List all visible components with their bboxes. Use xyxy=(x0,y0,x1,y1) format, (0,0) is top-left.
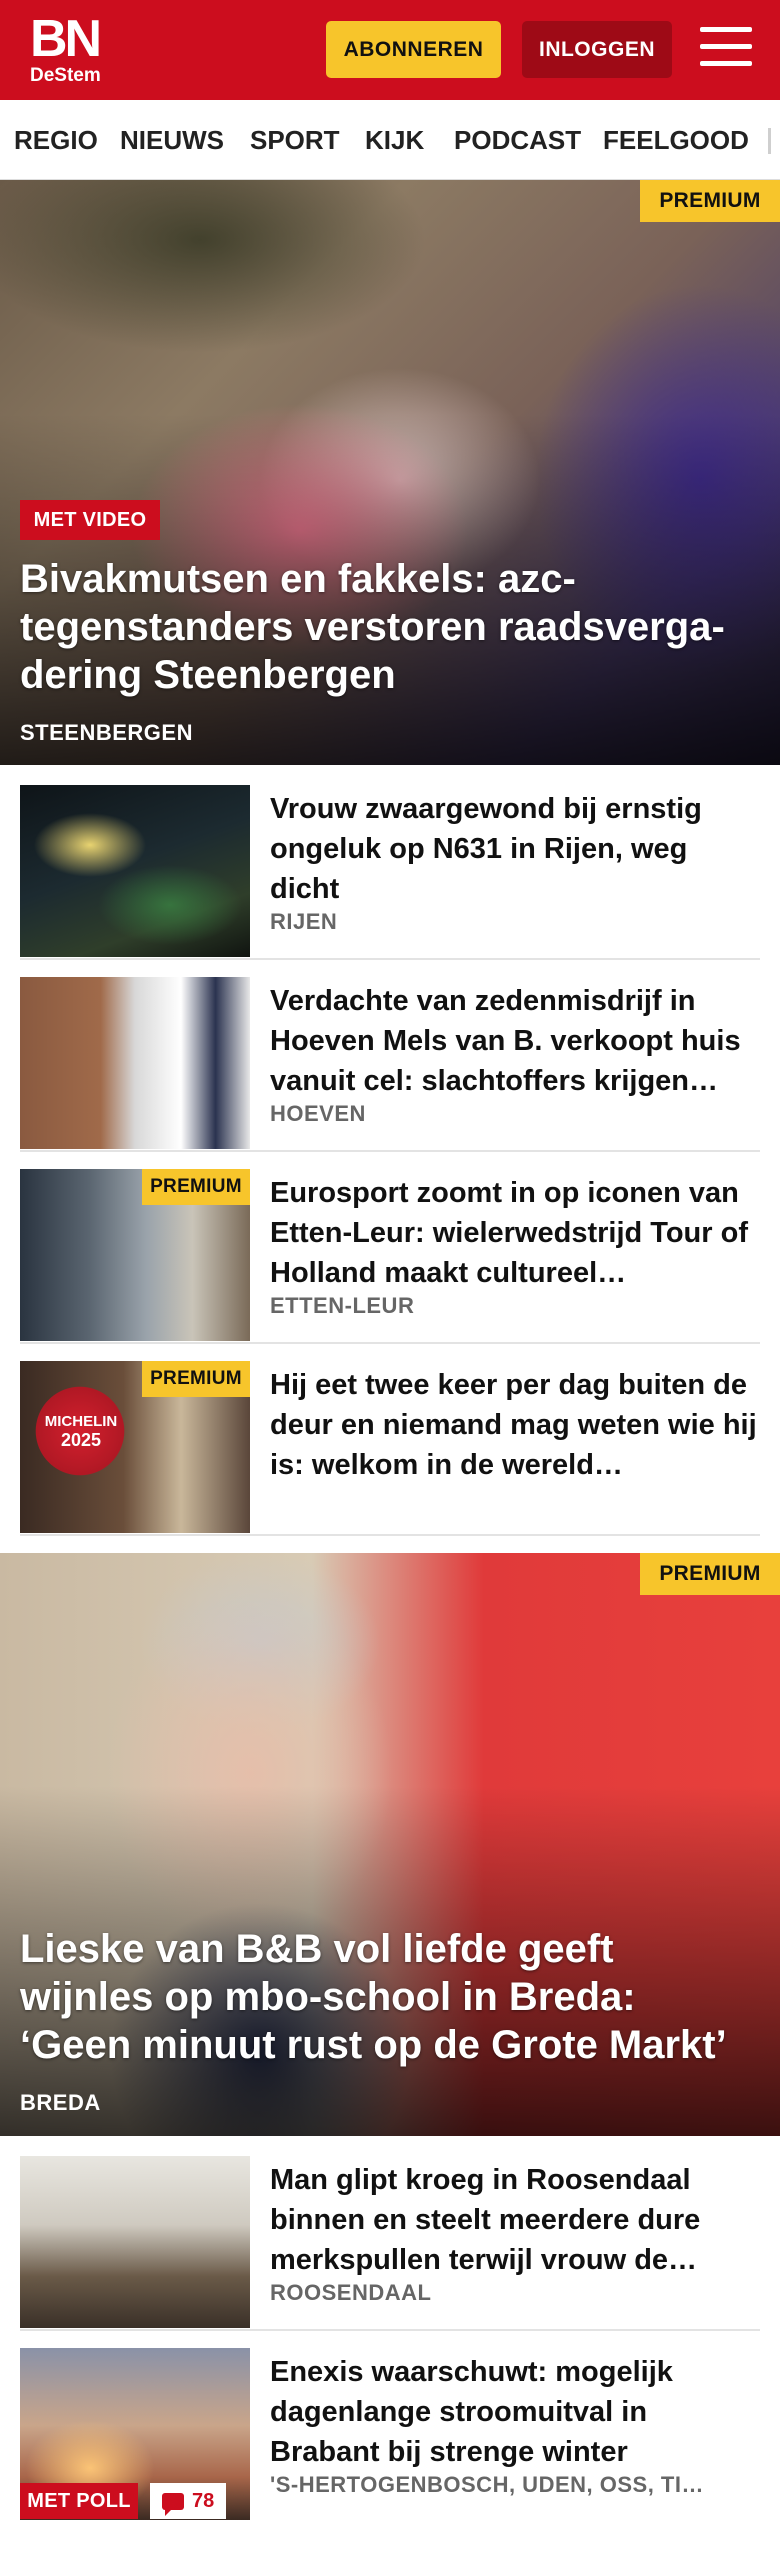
article-thumbnail: MICHELIN 2025 PREMIUM xyxy=(20,1361,250,1533)
nav-item-podcast[interactable]: PODCAST xyxy=(454,100,581,179)
hero-title-2: Lieske van B&B vol liefde geeft wijnles … xyxy=(20,1927,727,2067)
article-location: 'S-HERTOGENBOSCH, UDEN, OSS, TI… xyxy=(270,2472,704,2497)
article-thumbnail xyxy=(20,785,250,957)
list-item[interactable]: MET POLL 78 Enexis waarschuwt: mogelijk … xyxy=(20,2348,760,2520)
login-button[interactable]: INLOGGEN xyxy=(522,21,672,78)
premium-badge: PREMIUM xyxy=(142,1169,250,1205)
article-location: ROOSENDAAL xyxy=(270,2280,432,2305)
article-thumbnail: PREMIUM xyxy=(20,1169,250,1341)
nav-item-sport[interactable]: SPORT xyxy=(250,100,340,179)
list-item[interactable]: Vrouw zwaargewond bij ernstig ongeluk op… xyxy=(20,785,760,960)
premium-badge: PREMIUM xyxy=(640,1553,780,1595)
comment-count[interactable]: 78 xyxy=(150,2483,227,2519)
article-headline: Hij eet twee keer per dag buiten de deur… xyxy=(270,1369,757,1481)
site-header: BN DeStem ABONNEREN INLOGGEN xyxy=(0,0,780,100)
article-headline: Man glipt kroeg in Roosendaal binnen en … xyxy=(270,2164,701,2276)
list-item[interactable]: Verdachte van zedenmisdrijf in Hoeven Me… xyxy=(20,977,760,1152)
video-badge: MET VIDEO xyxy=(20,500,160,540)
nav-item-feelgood[interactable]: FEELGOOD xyxy=(603,100,749,179)
site-logo[interactable]: BN DeStem xyxy=(30,10,112,88)
hero-title-1: Bivakmutsen en fakkels: azc-tegenstander… xyxy=(20,557,725,697)
nav-item-regio[interactable]: REGIO xyxy=(14,100,98,179)
hero-location-2: BREDA xyxy=(20,2090,101,2115)
article-headline: Enexis waarschuwt: mogelijk dagenlange s… xyxy=(270,2356,673,2468)
premium-badge: PREMIUM xyxy=(640,180,780,222)
article-headline: Verdachte van zedenmisdrijf in Hoeven Me… xyxy=(270,985,741,1097)
nav-item-kijk[interactable]: KIJK xyxy=(365,100,424,179)
comment-icon xyxy=(162,2492,184,2516)
article-thumbnail xyxy=(20,977,250,1149)
article-thumbnail xyxy=(20,2156,250,2328)
article-headline: Eurosport zoomt in op iconen van Etten-L… xyxy=(270,1177,748,1289)
michelin-sign-text: MICHELIN 2025 xyxy=(44,1413,118,1450)
logo-sub: DeStem xyxy=(30,65,101,86)
article-headline: Vrouw zwaargewond bij ernstig ongeluk op… xyxy=(270,793,702,905)
list-item[interactable]: Man glipt kroeg in Roosendaal binnen en … xyxy=(20,2156,760,2331)
section-nav: REGIO NIEUWS SPORT KIJK PODCAST FEELGOOD xyxy=(0,100,780,180)
hamburger-menu-icon[interactable] xyxy=(700,27,752,71)
list-item[interactable]: PREMIUM Eurosport zoomt in op iconen van… xyxy=(20,1169,760,1344)
list-item[interactable]: MICHELIN 2025 PREMIUM Hij eet twee keer … xyxy=(20,1361,760,1536)
nav-item-nieuws[interactable]: NIEUWS xyxy=(120,100,224,179)
subscribe-button[interactable]: ABONNEREN xyxy=(326,21,501,78)
article-location: HOEVEN xyxy=(270,1101,366,1126)
article-location: RIJEN xyxy=(270,909,338,934)
premium-badge: PREMIUM xyxy=(142,1361,250,1397)
comment-count-value: 78 xyxy=(192,2489,215,2512)
poll-badge: MET POLL xyxy=(20,2483,138,2519)
hero-article-1[interactable]: PREMIUM MET VIDEO Bivakmutsen en fakkels… xyxy=(0,180,780,765)
nav-overflow-divider xyxy=(768,128,771,154)
article-location: ETTEN-LEUR xyxy=(270,1293,415,1318)
hero-article-2[interactable]: PREMIUM Lieske van B&B vol liefde geeft … xyxy=(0,1553,780,2136)
logo-main: BN xyxy=(30,10,102,68)
hero-location-1: STEENBERGEN xyxy=(20,720,193,745)
article-thumbnail: MET POLL 78 xyxy=(20,2348,250,2520)
